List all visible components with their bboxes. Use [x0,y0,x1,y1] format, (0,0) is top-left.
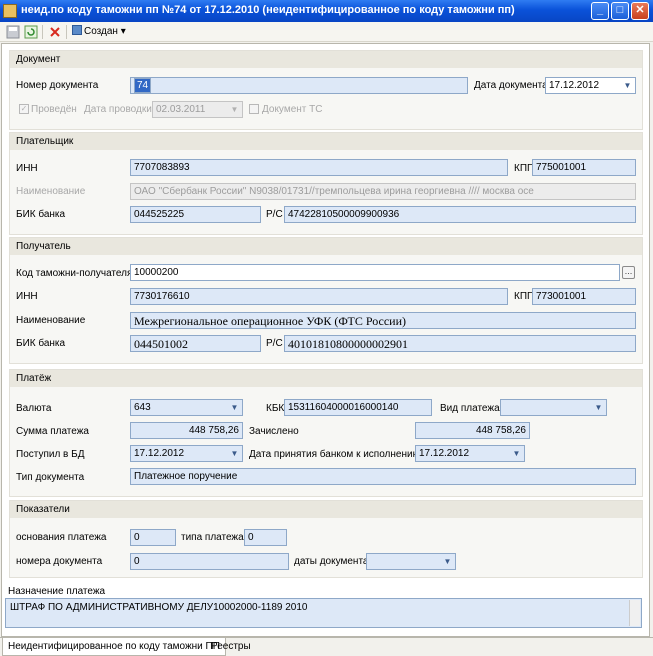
kbk-field[interactable]: 15311604000016000140 [284,399,432,416]
posted-checkbox[interactable]: ✓ [19,104,29,114]
save-icon[interactable] [6,25,20,39]
chevron-down-icon[interactable]: ▼ [441,555,454,568]
credited-field[interactable]: 448 758,26 [415,422,530,439]
form-area: Документ Номер документа 74 Дата докумен… [1,43,650,637]
close-icon[interactable]: ✕ [631,2,649,20]
currency-select[interactable]: 643 ▼ [130,399,243,416]
pay-kind-select[interactable]: ▼ [500,399,607,416]
payer-rs-field[interactable]: 47422810500009900936 [284,206,636,223]
ellipsis-icon[interactable]: … [622,266,635,279]
receiver-bik-field[interactable]: 044501002 [130,335,261,352]
basis-field[interactable]: 0 [130,529,176,546]
ind-doc-date-label: даты документа [294,556,369,567]
payer-rs-label: Р/С [266,209,283,220]
receiver-kpp-field[interactable]: 773001001 [532,288,636,305]
doc-number-label: Номер документа [16,80,99,91]
window-title: неид.по коду таможни пп №74 от 17.12.201… [21,4,515,16]
type-label: типа платежа [181,532,244,543]
document-header: Документ [10,51,642,68]
accepted-date-field[interactable]: 17.12.2012 ▼ [415,445,525,462]
app-icon [3,4,17,18]
basis-label: основания платежа [16,532,107,543]
payer-name-label: Наименование [16,186,86,197]
payer-inn-label: ИНН [16,163,38,174]
receiver-name-field[interactable]: Межрегиональное операционное УФК (ФТС Ро… [130,312,636,329]
doc-number-field[interactable]: 74 [130,77,468,94]
delete-icon[interactable] [48,25,62,39]
post-date-label: Дата проводки [84,104,152,115]
pay-kind-label: Вид платежа [440,403,500,414]
receiver-bik-label: БИК банка [16,338,66,349]
tab-registers[interactable]: Реестры [206,638,256,656]
received-label: Поступил в БД [16,449,85,460]
indicators-header: Показатели [10,501,642,518]
tab-bar: Неидентифицированное по коду таможни ПП … [0,637,653,656]
doc-num-label: номера документа [16,556,103,567]
purpose-scrollbar[interactable] [629,600,640,626]
doc-type-label: Тип документа [16,472,85,483]
receiver-name-label: Наименование [16,315,86,326]
accepted-label: Дата принятия банком к исполнению [249,449,421,460]
doc-type-field[interactable]: Платежное поручение [130,468,636,485]
purpose-label: Назначение платежа [8,586,106,597]
received-date-field[interactable]: 17.12.2012 ▼ [130,445,243,462]
chevron-down-icon[interactable]: ▼ [621,79,634,92]
payment-header: Платёж [10,370,642,387]
chevron-down-icon[interactable]: ▼ [592,401,605,414]
receiver-inn-field[interactable]: 7730176610 [130,288,508,305]
ind-doc-date-select[interactable]: ▼ [366,553,456,570]
created-button[interactable]: Создан ▾ [72,25,126,39]
payer-bik-field[interactable]: 044525225 [130,206,261,223]
customs-code-field[interactable]: 10000200 [130,264,620,281]
payer-inn-field[interactable]: 7707083893 [130,159,508,176]
receiver-inn-label: ИНН [16,291,38,302]
posted-label: Проведён [31,104,77,115]
title-bar: неид.по коду таможни пп №74 от 17.12.201… [0,0,653,22]
amount-label: Сумма платежа [16,426,89,437]
doc-num-field[interactable]: 0 [130,553,289,570]
ts-doc-label: Документ ТС [262,104,323,115]
maximize-icon[interactable]: □ [611,2,629,20]
document-section: Документ Номер документа 74 Дата докумен… [9,50,643,130]
customs-code-label: Код таможни-получателя [16,268,133,279]
amount-field[interactable]: 448 758,26 [130,422,243,439]
payment-section: Платёж Валюта 643 ▼ КБК 1531160400001600… [9,369,643,497]
doc-date-field[interactable]: 17.12.2012 ▼ [545,77,636,94]
purpose-textarea[interactable]: ШТРАФ ПО АДМИНИСТРАТИВНОМУ ДЕЛУ10002000-… [5,598,642,628]
receiver-rs-field[interactable]: 40101810800000002901 [284,335,636,352]
payer-bik-label: БИК банка [16,209,66,220]
minimize-icon[interactable]: _ [591,2,609,20]
credited-label: Зачислено [249,426,299,437]
tab-unidentified[interactable]: Неидентифицированное по коду таможни ПП [2,638,226,656]
chevron-down-icon[interactable]: ▼ [228,447,241,460]
receiver-rs-label: Р/С [266,338,283,349]
created-icon [72,25,82,35]
post-date-field[interactable]: 02.03.2011 ▼ [152,101,243,118]
payer-kpp-field[interactable]: 775001001 [532,159,636,176]
doc-date-label: Дата документа [474,80,548,91]
chevron-down-icon[interactable]: ▼ [228,401,241,414]
receiver-header: Получатель [10,238,642,255]
payer-header: Плательщик [10,133,642,150]
ts-doc-checkbox[interactable] [249,104,259,114]
toolbar: Создан ▾ [0,22,653,42]
kbk-label: КБК [266,403,285,414]
payer-name-field[interactable]: ОАО "Сбербанк России" N9038/01731//тремп… [130,183,636,200]
type-field[interactable]: 0 [244,529,287,546]
receiver-section: Получатель Код таможни-получателя 100002… [9,237,643,364]
chevron-down-icon[interactable]: ▼ [510,447,523,460]
payer-section: Плательщик ИНН 7707083893 КПП 775001001 … [9,132,643,235]
chevron-down-icon[interactable]: ▼ [228,103,241,116]
refresh-icon[interactable] [24,25,38,39]
currency-label: Валюта [16,403,52,414]
indicators-section: Показатели основания платежа 0 типа плат… [9,500,643,578]
